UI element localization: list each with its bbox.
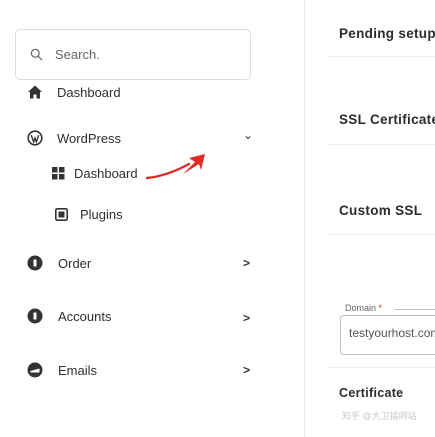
search-input[interactable]: Search. xyxy=(55,47,100,62)
field-border-top xyxy=(395,309,435,310)
email-icon xyxy=(27,362,43,378)
sidebar-item-accounts[interactable]: Accounts xyxy=(27,308,111,324)
sidebar-item-emails[interactable]: Emails xyxy=(27,362,97,378)
section-divider xyxy=(329,56,435,57)
required-mark: * xyxy=(378,303,383,313)
plugin-icon xyxy=(55,208,68,221)
main-content: Pending setup SSL Certificate Custom SSL… xyxy=(305,0,435,437)
dashboard-grid-icon xyxy=(52,167,65,180)
sidebar-item-label: Dashboard xyxy=(57,84,121,100)
domain-field-value[interactable]: testyourhost.com xyxy=(349,326,435,340)
domain-field-legend: Domain xyxy=(345,303,377,313)
sidebar-subitem-plugins[interactable]: Plugins xyxy=(55,207,123,222)
sidebar-item-order[interactable]: Order xyxy=(27,255,91,271)
chevron-down-icon[interactable]: ⌄ xyxy=(243,128,253,142)
accounts-icon xyxy=(27,308,43,324)
domain-field-label: Domain * xyxy=(343,303,385,313)
sidebar-item-label: Order xyxy=(58,255,92,271)
section-divider xyxy=(329,234,435,235)
sidebar-item-label: Emails xyxy=(58,362,98,378)
section-divider xyxy=(329,367,435,368)
wordpress-icon xyxy=(27,130,43,146)
section-title-pending-setup: Pending setup xyxy=(339,26,435,41)
section-title-custom-ssl: Custom SSL xyxy=(339,203,423,218)
sidebar-item-dashboard[interactable]: Dashboard xyxy=(27,84,121,100)
home-icon xyxy=(27,84,43,100)
red-arrow-icon xyxy=(145,154,205,180)
sidebar: Search. Dashboard WordPress ⌄ Dashboard … xyxy=(0,0,305,437)
sidebar-item-label: Plugins xyxy=(80,207,123,222)
section-title-certificate: Certificate xyxy=(339,386,404,400)
search-icon xyxy=(30,48,43,61)
sidebar-item-label: WordPress xyxy=(57,130,122,146)
order-icon xyxy=(27,255,43,271)
sidebar-subitem-dashboard[interactable]: Dashboard xyxy=(52,166,138,181)
chevron-right-icon[interactable]: > xyxy=(243,256,250,270)
sidebar-item-label: Dashboard xyxy=(74,166,138,181)
watermark-text: 知乎 @大卫搞网站 xyxy=(342,411,417,421)
section-divider xyxy=(329,144,435,145)
chevron-right-icon[interactable]: > xyxy=(243,363,250,377)
sidebar-item-label: Accounts xyxy=(58,308,112,324)
search-box[interactable]: Search. xyxy=(15,29,251,80)
sidebar-item-wordpress[interactable]: WordPress xyxy=(27,130,121,146)
section-title-ssl-certificate: SSL Certificate xyxy=(339,112,435,127)
chevron-right-icon[interactable]: > xyxy=(243,311,250,325)
